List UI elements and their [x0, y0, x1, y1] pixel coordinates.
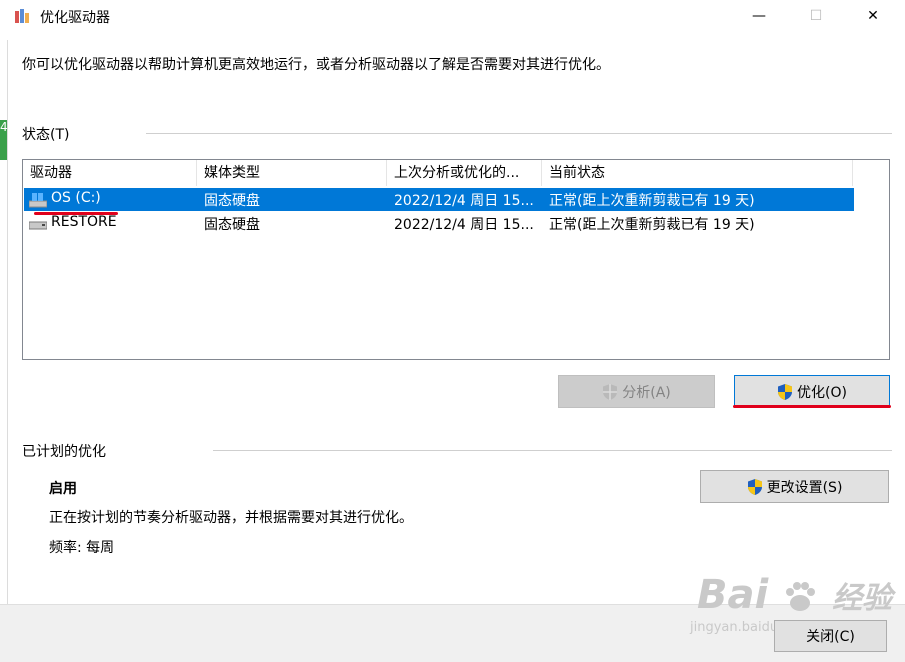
annotation-underline-drive	[34, 212, 118, 215]
watermark-brand-left: Bai	[697, 572, 769, 618]
drive-status: 正常(距上次重新剪裁已有 19 天)	[549, 193, 755, 209]
column-header-drive[interactable]: 驱动器	[23, 160, 197, 186]
drive-icon	[29, 221, 47, 230]
column-header-media-type[interactable]: 媒体类型	[197, 160, 387, 186]
column-header-current-status[interactable]: 当前状态	[542, 160, 853, 186]
drive-row-restore[interactable]: RESTORE 固态硬盘 2022/12/4 周日 15... 正常(距上次重新…	[24, 212, 854, 235]
schedule-status: 启用	[49, 481, 77, 497]
status-divider	[146, 133, 892, 134]
close-label: 关闭(C)	[806, 629, 855, 645]
drive-list[interactable]: 驱动器 媒体类型 上次分析或优化的... 当前状态 OS (C:) 固态硬盘 2…	[22, 159, 890, 360]
drive-media-type: 固态硬盘	[204, 217, 260, 233]
drive-name: OS (C:)	[51, 190, 101, 206]
maximize-button[interactable]: ☐	[793, 0, 839, 32]
watermark-brand: Bai 经验	[697, 572, 892, 618]
scheduled-section-label: 已计划的优化	[22, 444, 106, 460]
drive-status: 正常(距上次重新剪裁已有 19 天)	[549, 217, 755, 233]
shield-icon	[603, 383, 618, 400]
drive-name: RESTORE	[51, 214, 117, 230]
defrag-app-icon	[15, 9, 29, 23]
analyze-button[interactable]: 分析(A)	[558, 375, 715, 408]
shield-icon	[778, 383, 793, 400]
minimize-icon: —	[752, 8, 766, 24]
shield-icon	[747, 478, 762, 495]
optimize-button[interactable]: 优化(O)	[734, 375, 890, 408]
minimize-button[interactable]: —	[736, 0, 782, 32]
drive-media-type: 固态硬盘	[204, 193, 260, 209]
background-window-tab: 4	[0, 120, 7, 160]
drive-row-os[interactable]: OS (C:) 固态硬盘 2022/12/4 周日 15... 正常(距上次重新…	[24, 188, 854, 211]
baidu-paw-icon	[786, 582, 816, 611]
schedule-frequency: 频率: 每周	[49, 540, 115, 556]
column-header-last-run[interactable]: 上次分析或优化的...	[387, 160, 542, 186]
title-bar: 优化驱动器 — ☐ ✕	[0, 0, 905, 32]
annotation-underline-optimize	[733, 405, 891, 408]
os-drive-icon	[29, 193, 47, 208]
close-button[interactable]: 关闭(C)	[774, 620, 887, 652]
change-settings-label: 更改设置(S)	[766, 479, 843, 496]
description-text: 你可以优化驱动器以帮助计算机更高效地运行，或者分析驱动器以了解是否需要对其进行优…	[22, 57, 610, 73]
background-window-tab-text: 4	[0, 120, 7, 134]
close-window-button[interactable]: ✕	[850, 0, 896, 32]
window-title: 优化驱动器	[40, 10, 110, 26]
drive-last-run: 2022/12/4 周日 15...	[394, 193, 534, 209]
drive-last-run: 2022/12/4 周日 15...	[394, 217, 534, 233]
scheduled-divider	[213, 450, 892, 451]
maximize-icon: ☐	[809, 8, 823, 24]
close-icon: ✕	[867, 8, 879, 24]
analyze-label: 分析(A)	[622, 384, 671, 401]
change-settings-button[interactable]: 更改设置(S)	[700, 470, 889, 503]
optimize-label: 优化(O)	[797, 384, 847, 401]
schedule-detail: 正在按计划的节奏分析驱动器，并根据需要对其进行优化。	[49, 510, 413, 526]
status-section-label: 状态(T)	[22, 127, 70, 143]
watermark-brand-right: 经验	[832, 581, 893, 616]
